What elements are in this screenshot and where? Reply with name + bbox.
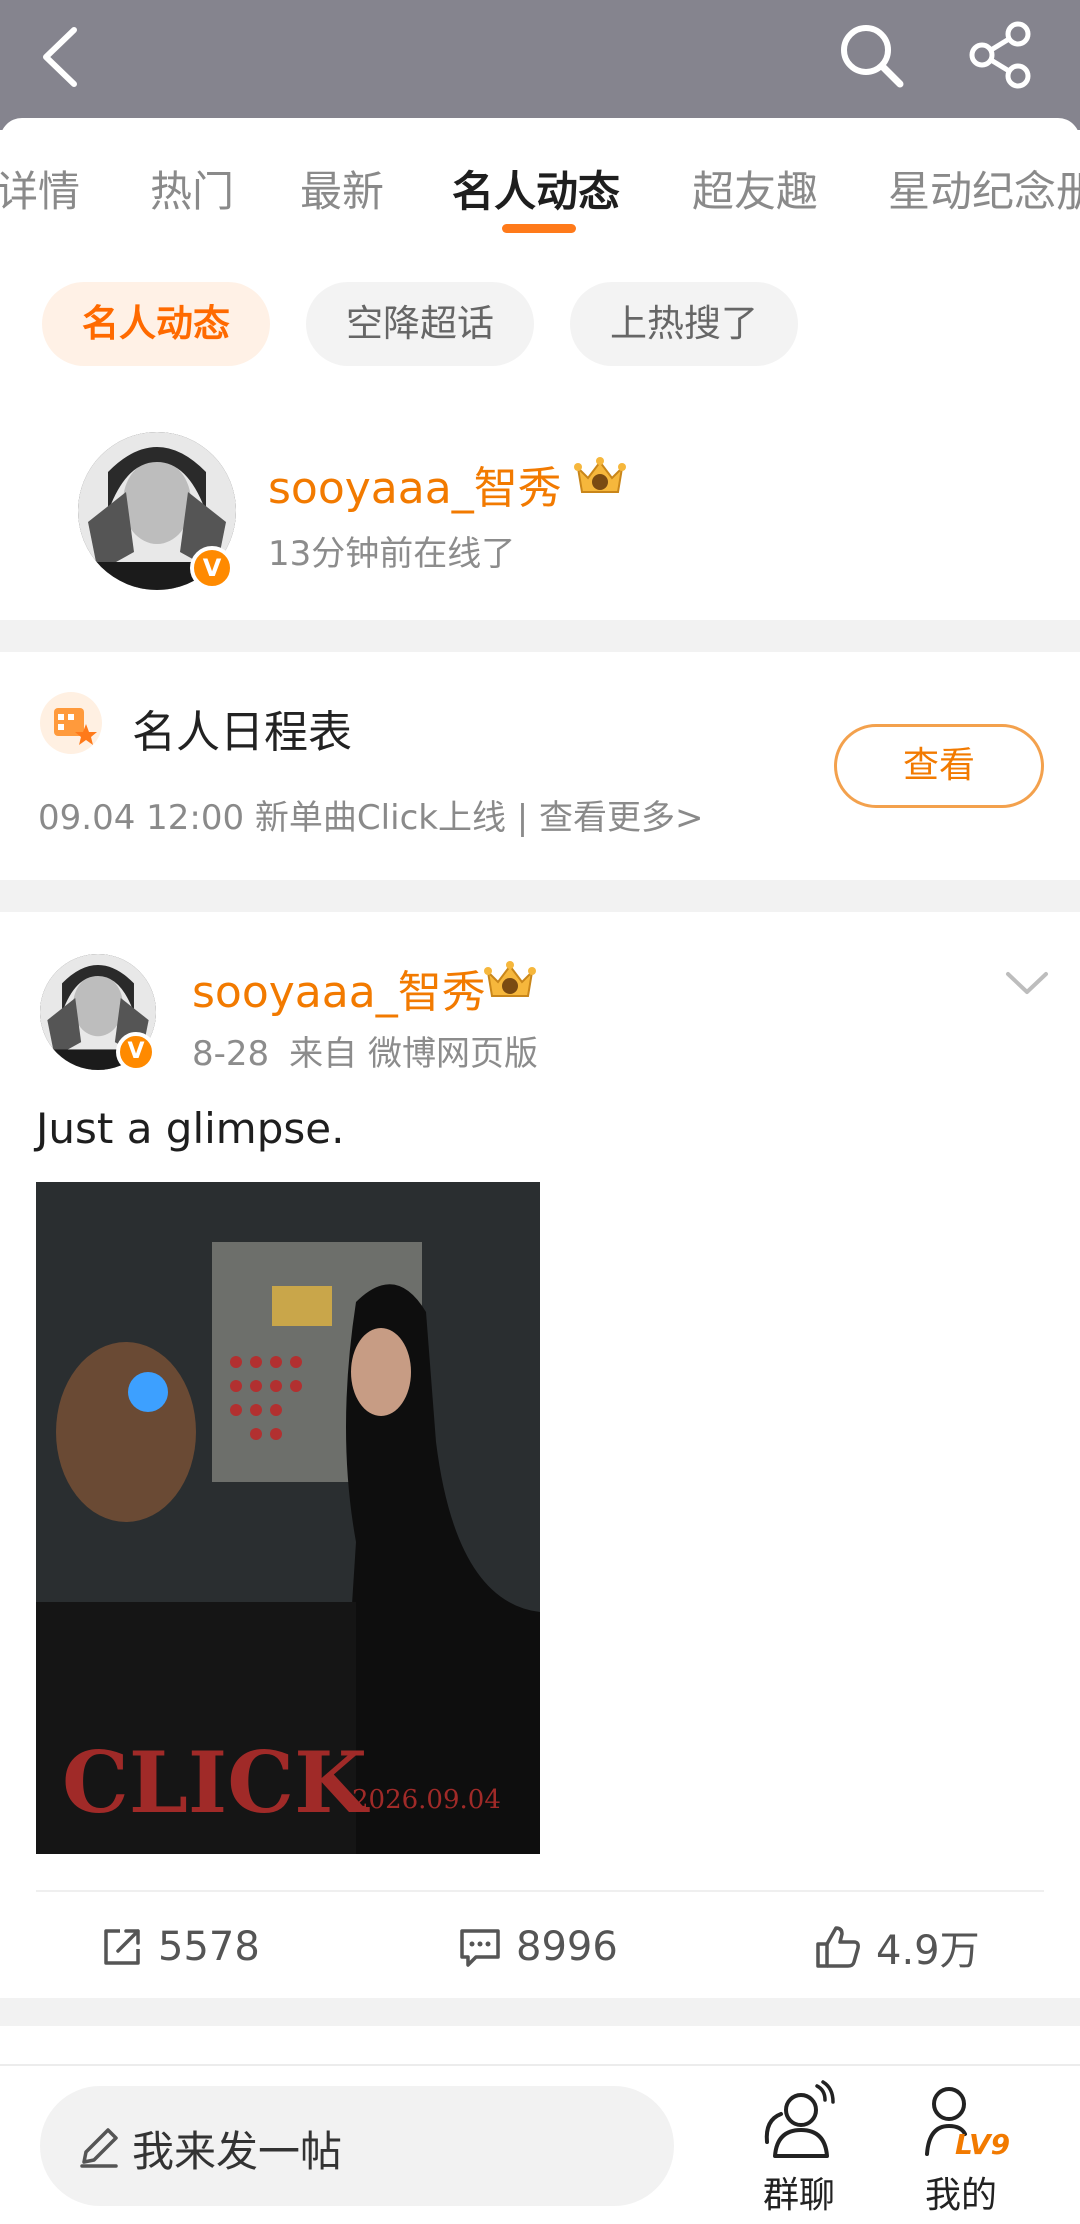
poster-date: 2026.09.04 (352, 1785, 501, 1815)
repost-count: 5578 (158, 1924, 260, 1970)
crown-icon (574, 457, 626, 493)
page-title (330, 26, 650, 82)
schedule-subtitle[interactable]: 09.04 12:00 新单曲Click上线 | 查看更多> (38, 790, 704, 839)
active-tab-indicator (502, 224, 576, 233)
tab-celebrity-updates[interactable]: 名人动态 (452, 158, 620, 219)
chip-trending[interactable]: 上热搜了 (570, 282, 798, 366)
search-icon[interactable] (836, 20, 906, 90)
profile-name[interactable]: sooyaaa_智秀 (268, 452, 562, 516)
tab-latest[interactable]: 最新 (300, 158, 384, 219)
chip-celebrity-updates[interactable]: 名人动态 (42, 282, 270, 366)
calendar-icon (40, 692, 102, 754)
level-badge: LV9 (955, 2128, 1010, 2161)
section-divider (0, 1998, 1080, 2026)
nav-group-chat-label: 群聊 (762, 2175, 835, 2216)
nav-mine[interactable]: LV9 我的 (896, 2080, 1026, 2220)
repost-icon (104, 1929, 140, 1965)
section-divider (0, 880, 1080, 912)
post-image[interactable]: CLICK 2026.09.04 (36, 1182, 540, 1854)
view-schedule-button[interactable]: 查看 (834, 724, 1044, 808)
top-bar (0, 0, 1080, 130)
like-button[interactable]: 4.9万 (814, 1912, 980, 1982)
post-text: Just a glimpse. (36, 1104, 345, 1153)
tab-super-fun[interactable]: 超友趣 (692, 158, 818, 219)
crown-icon (484, 961, 536, 997)
post-date: 8-28 (192, 1034, 270, 1074)
group-chat-icon (764, 2080, 835, 2158)
verified-badge: V (190, 546, 234, 590)
tab-details[interactable]: 详情 (0, 158, 80, 219)
chevron-down-icon[interactable] (1002, 966, 1052, 1002)
repost-button[interactable]: 5578 (100, 1912, 260, 1982)
tab-star-album[interactable]: 星动纪念册 (888, 158, 1080, 219)
user-level-icon: LV9 (925, 2087, 1010, 2161)
share-icon[interactable] (966, 20, 1036, 90)
compose-placeholder: 我来发一帖 (132, 2127, 343, 2176)
nav-group-chat[interactable]: 群聊 (734, 2080, 864, 2220)
schedule-title: 名人日程表 (132, 707, 352, 758)
like-count: 4.9万 (876, 1928, 980, 1974)
tab-hot[interactable]: 热门 (150, 158, 234, 219)
poster-title: CLICK (62, 1733, 370, 1832)
online-status: 13分钟前在线了 (268, 534, 516, 574)
compose-input[interactable]: 我来发一帖 (40, 2086, 674, 2206)
nav-mine-label: 我的 (924, 2175, 997, 2216)
like-icon (816, 1926, 860, 1968)
post-meta: 8-28 来自 微博网页版 (192, 1026, 558, 1075)
back-icon[interactable] (36, 22, 86, 92)
comment-count: 8996 (516, 1924, 618, 1970)
section-divider (0, 620, 1080, 652)
actions-divider (36, 1890, 1044, 1892)
comment-icon (460, 1929, 500, 1967)
post-source: 来自 微博网页版 (289, 1034, 538, 1074)
tab-bar: 详情 热门 最新 名人动态 超友趣 星动纪念册 (0, 118, 1080, 248)
post-author[interactable]: sooyaaa_智秀 (192, 956, 486, 1020)
verified-badge: V (116, 1032, 156, 1072)
comment-button[interactable]: 8996 (458, 1912, 618, 1982)
chip-airdrop-topic[interactable]: 空降超话 (306, 282, 534, 366)
pen-icon (80, 2128, 118, 2168)
